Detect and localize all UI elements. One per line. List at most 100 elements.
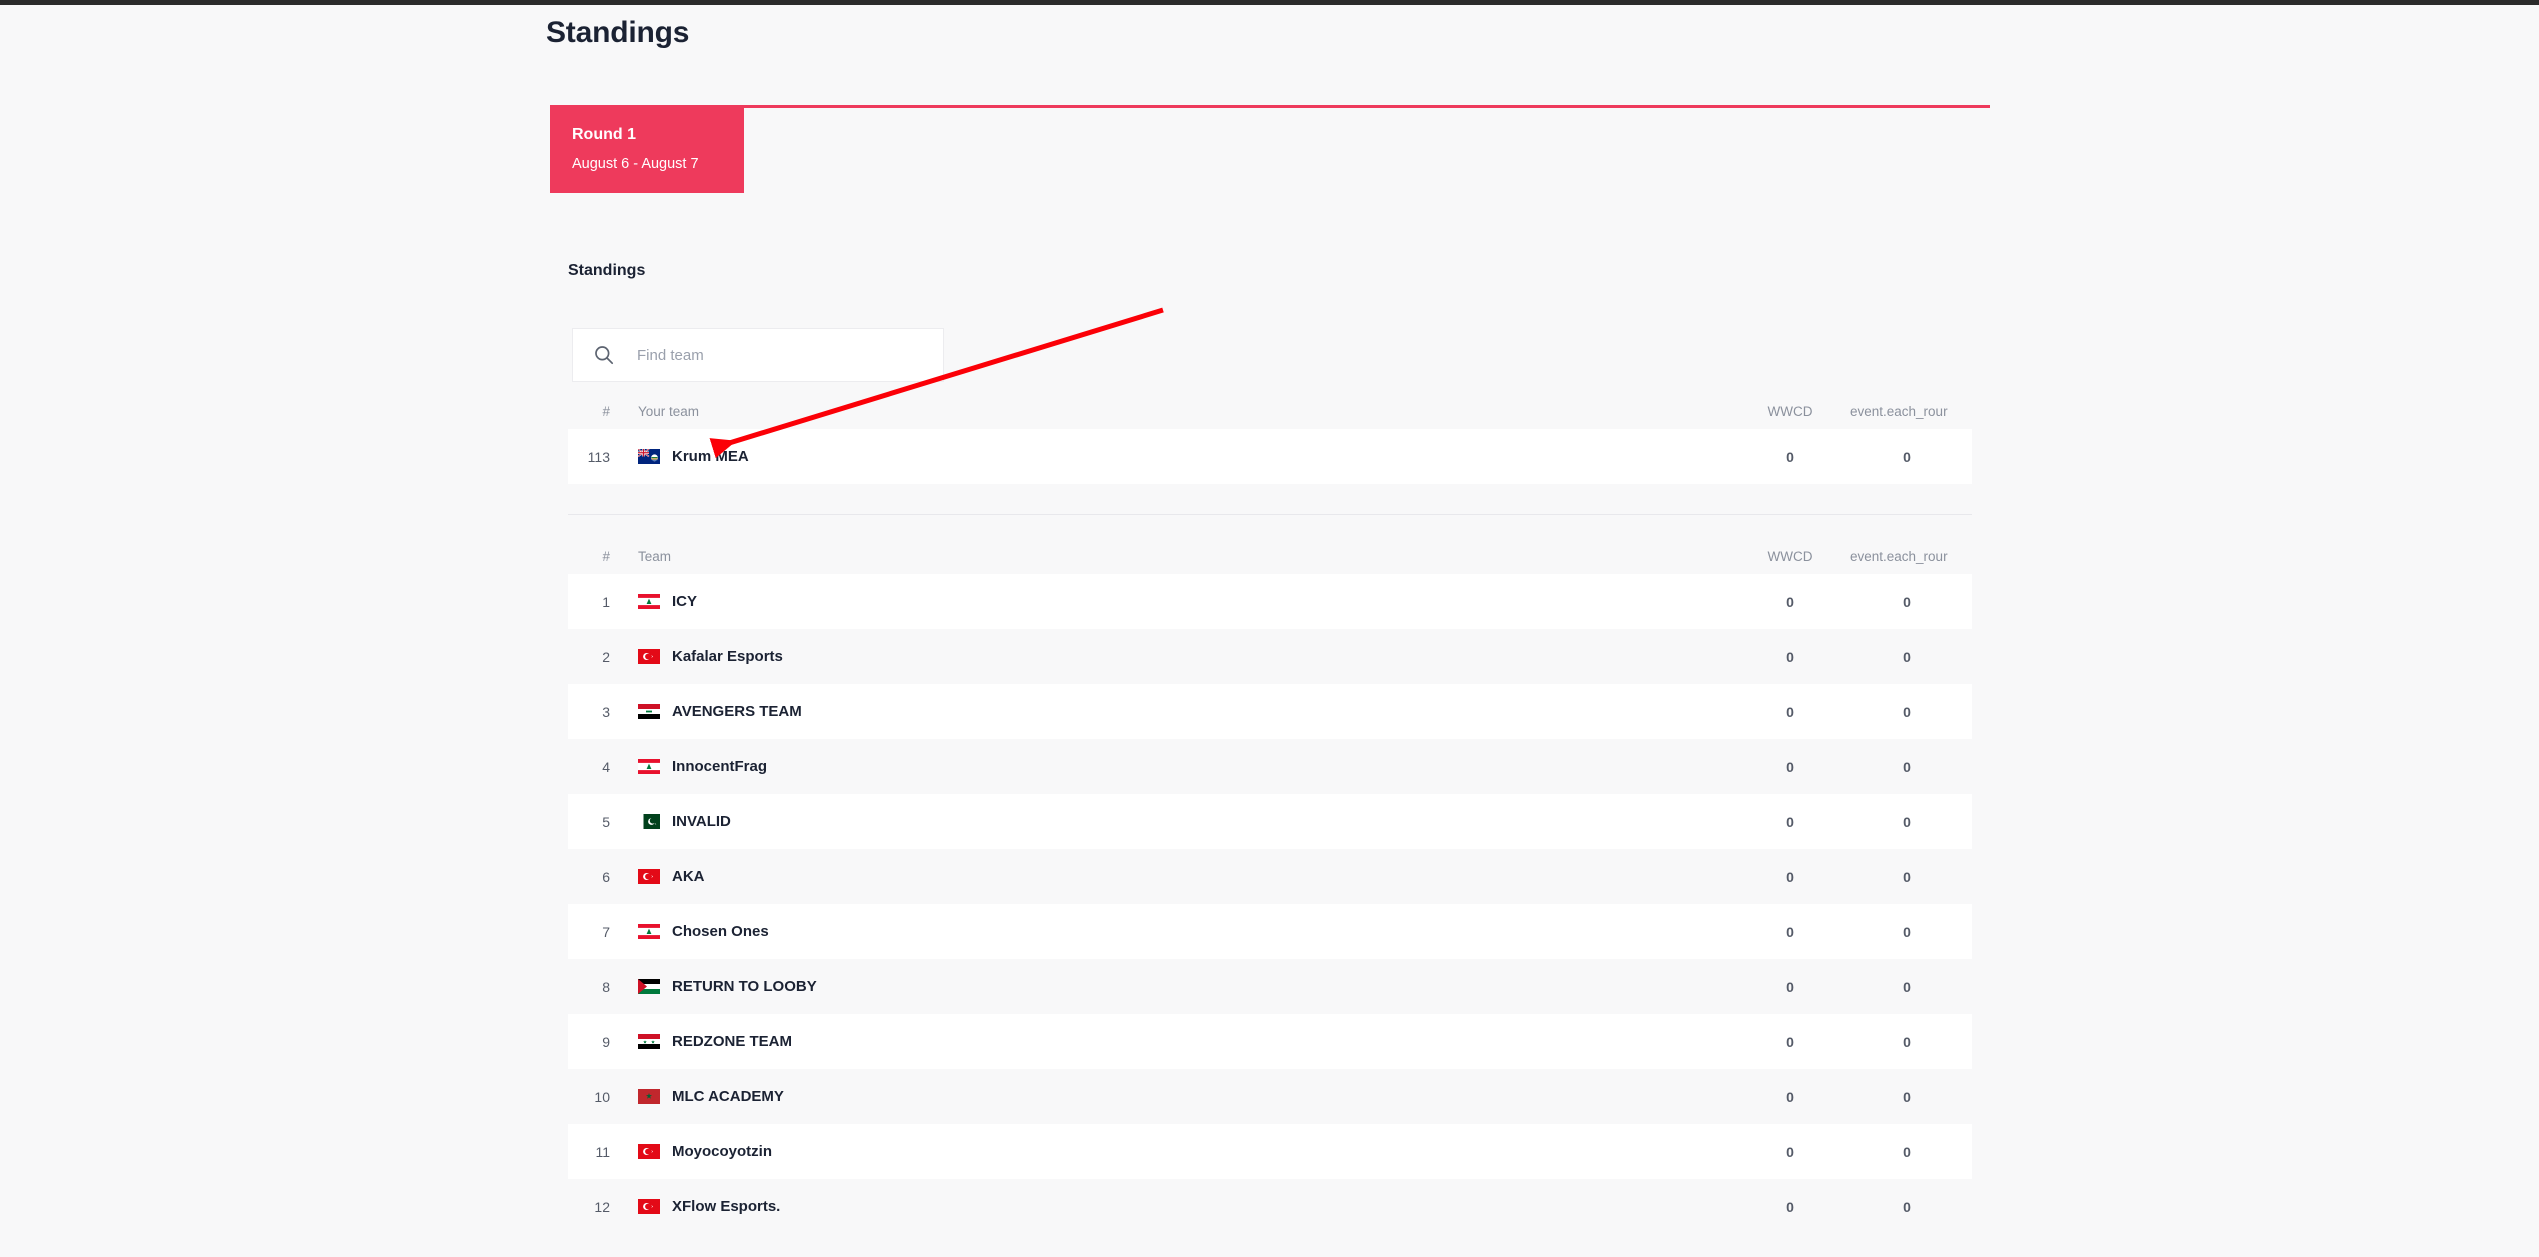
row-rank: 2 — [602, 648, 610, 665]
table-row[interactable]: 5 INVALID 0 0 — [568, 794, 1972, 849]
row-each-round-value: 0 — [1903, 868, 1911, 885]
standings-table-header: # Team WWCD event.each_rour — [568, 538, 1972, 574]
row-team: INVALID — [623, 813, 1738, 830]
row-wwcd-value: 0 — [1786, 923, 1794, 940]
round-tab-label: Round 1 — [572, 126, 636, 143]
header-each-round: event.each_rour — [1850, 403, 1948, 419]
top-chrome-bar — [0, 0, 2539, 5]
row-rank: 6 — [602, 868, 610, 885]
round-tab-dates: August 6 - August 7 — [572, 156, 699, 172]
table-row[interactable]: 10 MLC ACADEMY 0 0 — [568, 1069, 1972, 1124]
row-each-round-value: 0 — [1903, 758, 1911, 775]
table-row[interactable]: 4 InnocentFrag 0 0 — [568, 739, 1972, 794]
header-wwcd: WWCD — [1767, 403, 1813, 419]
standings-section-title: Standings — [568, 262, 646, 279]
flag-icon-turkey — [638, 869, 660, 884]
row-wwcd-value: 0 — [1786, 593, 1794, 610]
row-rank: 9 — [602, 1033, 610, 1050]
standings-page: Standings Round 1 August 6 - August 7 St… — [0, 0, 2539, 1257]
your-team-table: # Your team WWCD event.each_rour 113 Krum… — [568, 393, 1972, 484]
table-row[interactable]: 9 REDZONE TEAM 0 0 — [568, 1014, 1972, 1069]
team-name: MLC ACADEMY — [672, 1088, 784, 1105]
flag-icon-syria — [638, 1034, 660, 1049]
flag-icon-pakistan — [638, 814, 660, 829]
row-rank: 12 — [594, 1198, 610, 1215]
row-team: InnocentFrag — [623, 758, 1738, 775]
row-rank: 1 — [602, 593, 610, 610]
row-each-round-value: 0 — [1903, 813, 1911, 830]
team-name: InnocentFrag — [672, 758, 768, 775]
row-each-round-value: 0 — [1903, 703, 1911, 720]
team-name: AVENGERS TEAM — [672, 703, 802, 720]
row-team: ICY — [623, 593, 1738, 610]
team-name: XFlow Esports. — [672, 1198, 781, 1215]
row-team: Chosen Ones — [623, 923, 1738, 940]
row-team: AVENGERS TEAM — [623, 703, 1738, 720]
page-title: Standings — [546, 16, 690, 49]
table-row[interactable]: 113 Krum MEA 0 0 — [568, 429, 1972, 484]
row-rank: 4 — [602, 758, 610, 775]
row-each-round-value: 0 — [1903, 1198, 1911, 1215]
row-wwcd-value: 0 — [1786, 978, 1794, 995]
row-wwcd-value: 0 — [1786, 1033, 1794, 1050]
round-tab-active[interactable]: Round 1 August 6 - August 7 — [550, 105, 744, 193]
table-row[interactable]: 12 XFlow Esports. 0 0 — [568, 1179, 1972, 1234]
rounds-tab-strip — [550, 105, 1990, 108]
row-team: MLC ACADEMY — [623, 1088, 1738, 1105]
row-rank: 5 — [602, 813, 610, 830]
row-wwcd-value: 0 — [1786, 703, 1794, 720]
row-each-round-value: 0 — [1903, 978, 1911, 995]
row-wwcd-value: 0 — [1786, 868, 1794, 885]
flag-icon-lebanon — [638, 924, 660, 939]
header-rank: # — [602, 403, 610, 419]
flag-icon-lebanon — [638, 594, 660, 609]
row-wwcd-value: 0 — [1786, 813, 1794, 830]
standings-rows: 1 ICY 0 0 2 Kafalar Esports 0 0 3 AVENGERS TEAM 0 0… — [568, 574, 1972, 1234]
row-wwcd-value: 0 — [1786, 1198, 1794, 1215]
team-name: Chosen Ones — [672, 923, 769, 940]
flag-icon-iraq — [638, 704, 660, 719]
table-row[interactable]: 2 Kafalar Esports 0 0 — [568, 629, 1972, 684]
row-rank: 10 — [594, 1088, 610, 1105]
row-each-round-value: 0 — [1903, 448, 1911, 465]
row-rank: 8 — [602, 978, 610, 995]
table-row[interactable]: 7 Chosen Ones 0 0 — [568, 904, 1972, 959]
your-team-table-header: # Your team WWCD event.each_rour — [568, 393, 1972, 429]
flag-icon-turkey — [638, 1144, 660, 1159]
row-team: Moyocoyotzin — [623, 1143, 1738, 1160]
row-wwcd-value: 0 — [1786, 1088, 1794, 1105]
table-row[interactable]: 11 Moyocoyotzin 0 0 — [568, 1124, 1972, 1179]
row-team: AKA — [623, 868, 1738, 885]
table-row[interactable]: 8 RETURN TO LOOBY 0 0 — [568, 959, 1972, 1014]
search-icon — [593, 344, 615, 366]
table-row[interactable]: 1 ICY 0 0 — [568, 574, 1972, 629]
flag-icon-palestine — [638, 979, 660, 994]
search-input[interactable] — [637, 329, 943, 381]
row-rank: 113 — [587, 448, 610, 465]
header-team: Your team — [638, 403, 700, 419]
team-name: Kafalar Esports — [672, 648, 783, 665]
team-name: INVALID — [672, 813, 731, 830]
table-row[interactable]: 3 AVENGERS TEAM 0 0 — [568, 684, 1972, 739]
row-rank: 3 — [602, 703, 610, 720]
row-each-round-value: 0 — [1903, 923, 1911, 940]
team-name: REDZONE TEAM — [672, 1033, 792, 1050]
row-team: Kafalar Esports — [623, 648, 1738, 665]
row-each-round-value: 0 — [1903, 648, 1911, 665]
row-each-round-value: 0 — [1903, 1033, 1911, 1050]
table-row[interactable]: 6 AKA 0 0 — [568, 849, 1972, 904]
row-team: REDZONE TEAM — [623, 1033, 1738, 1050]
team-name: Krum MEA — [672, 448, 749, 465]
row-wwcd-value: 0 — [1786, 1143, 1794, 1160]
flag-icon-turkey — [638, 649, 660, 664]
row-team: Krum MEA — [623, 448, 1738, 465]
header-rank: # — [602, 548, 610, 564]
header-each-round: event.each_rour — [1850, 548, 1948, 564]
row-wwcd-value: 0 — [1786, 758, 1794, 775]
row-team: XFlow Esports. — [623, 1198, 1738, 1215]
search-box[interactable] — [572, 328, 944, 382]
flag-icon-cayman-islands — [638, 449, 660, 464]
team-name: Moyocoyotzin — [672, 1143, 772, 1160]
row-rank: 11 — [595, 1143, 610, 1160]
header-wwcd: WWCD — [1767, 548, 1813, 564]
